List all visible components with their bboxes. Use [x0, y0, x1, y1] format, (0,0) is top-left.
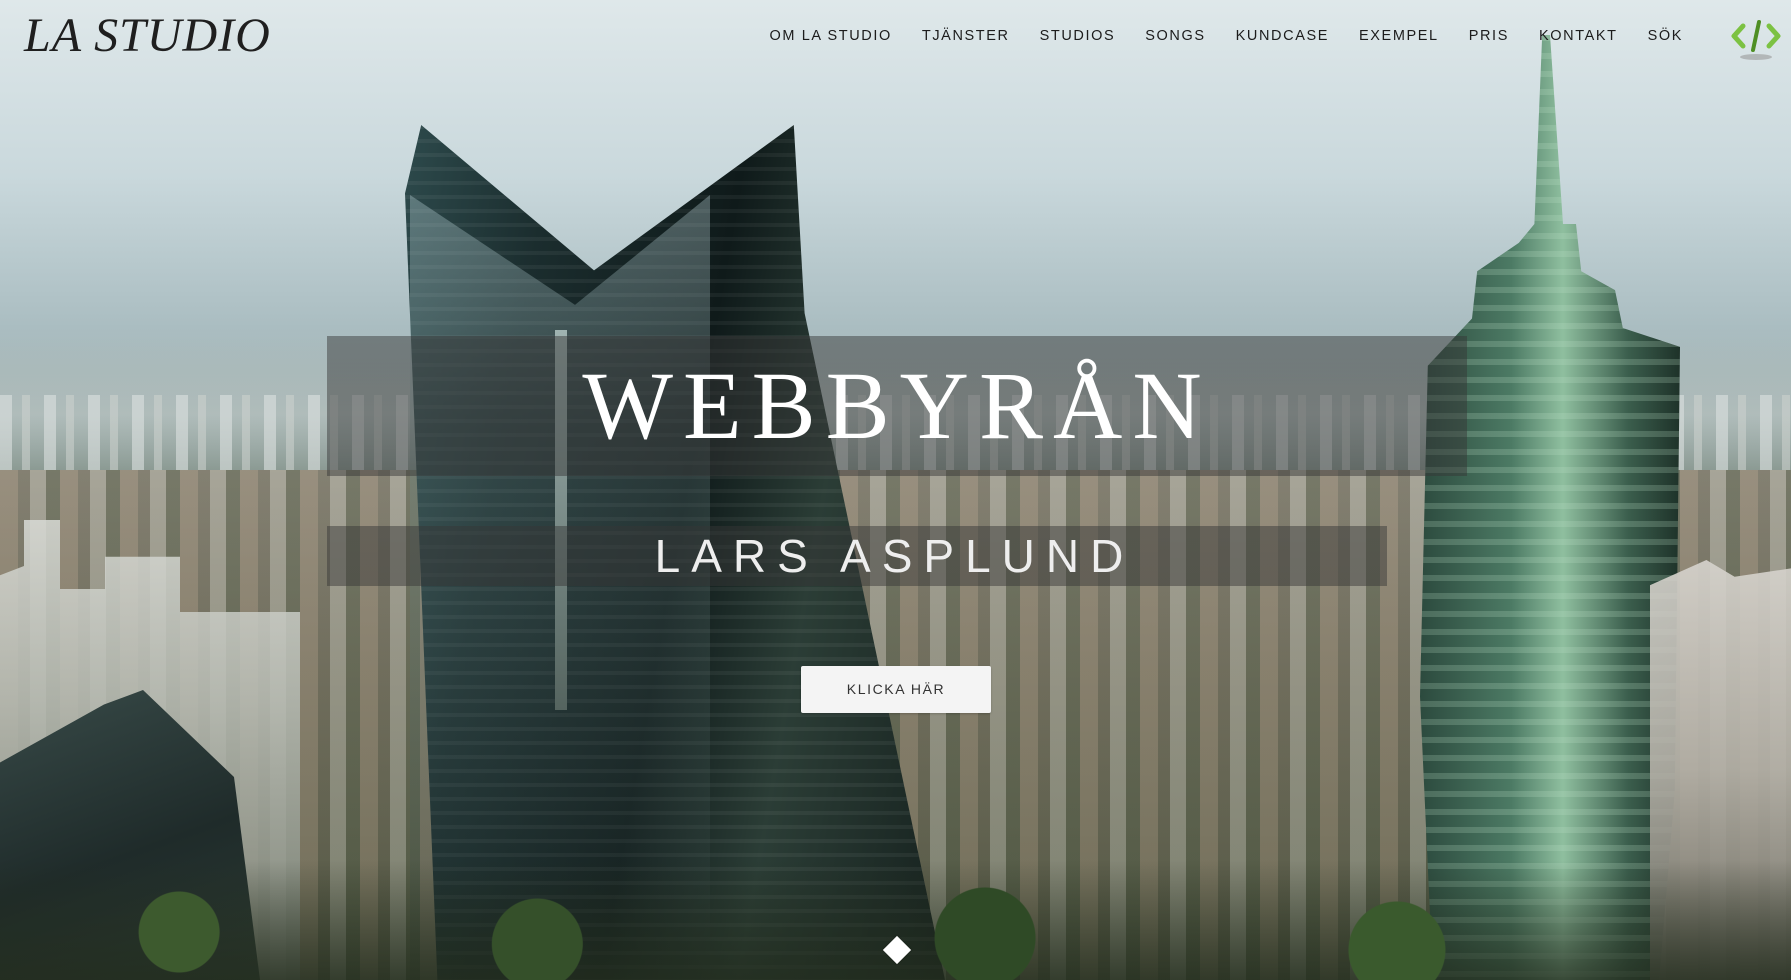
nav-item-exempel[interactable]: EXEMPEL — [1344, 26, 1454, 46]
nav-item-om-la-studio[interactable]: OM LA STUDIO — [755, 26, 907, 46]
main-nav: OM LA STUDIO TJÄNSTER STUDIOS SONGS KUND… — [755, 26, 1698, 46]
nav-item-sok[interactable]: SÖK — [1633, 26, 1698, 46]
nav-item-pris[interactable]: PRIS — [1454, 26, 1524, 46]
site-logo[interactable]: LA STUDIO — [24, 8, 271, 64]
nav-item-studios[interactable]: STUDIOS — [1025, 26, 1131, 46]
hero-subtitle: LARS ASPLUND — [654, 530, 1135, 582]
nav-item-kontakt[interactable]: KONTAKT — [1524, 26, 1633, 46]
hero-background-image — [0, 0, 1791, 980]
code-brackets-svg — [1731, 20, 1781, 60]
nav-item-songs[interactable]: SONGS — [1130, 26, 1220, 46]
nav-item-kundcase[interactable]: KUNDCASE — [1221, 26, 1344, 46]
cta-button[interactable]: KLICKA HÄR — [801, 666, 991, 713]
hero-title: WEBBYRÅN — [582, 352, 1212, 459]
nav-item-tjanster[interactable]: TJÄNSTER — [907, 26, 1025, 46]
code-brackets-icon[interactable] — [1730, 16, 1782, 62]
site-header: LA STUDIO OM LA STUDIO TJÄNSTER STUDIOS … — [0, 0, 1791, 70]
spire-tower-right — [1420, 35, 1680, 980]
